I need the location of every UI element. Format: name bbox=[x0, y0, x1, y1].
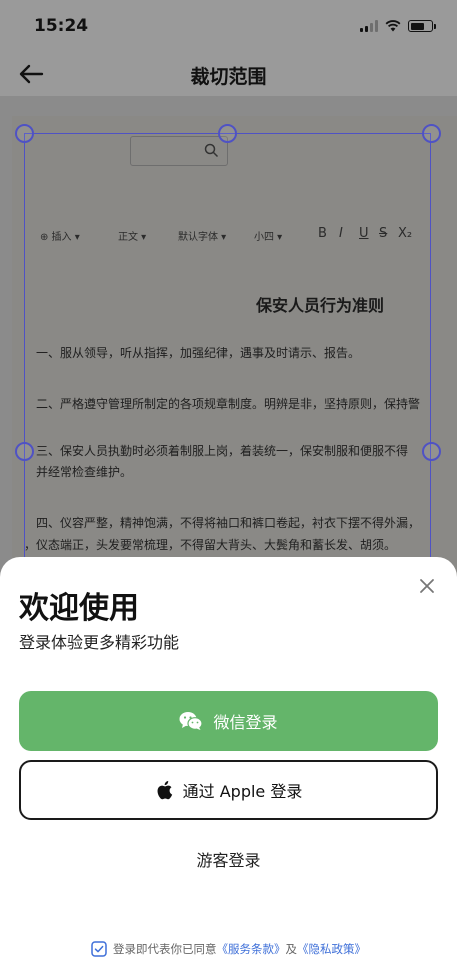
privacy-link[interactable]: 《隐私政策》 bbox=[297, 942, 366, 956]
apple-login-button[interactable]: 通过 Apple 登录 bbox=[19, 760, 438, 820]
status-icons bbox=[360, 20, 436, 32]
guest-login-button[interactable]: 游客登录 bbox=[0, 847, 457, 871]
agreement-text: 登录即代表你已同意 bbox=[113, 942, 217, 956]
wechat-icon bbox=[179, 712, 204, 730]
crop-handle-top-right[interactable] bbox=[422, 124, 441, 143]
welcome-title: 欢迎使用 bbox=[19, 591, 139, 626]
crop-handle-middle-right[interactable] bbox=[422, 442, 441, 461]
crop-handle-top-left[interactable] bbox=[15, 124, 34, 143]
page-title: 裁切范围 bbox=[190, 66, 267, 88]
wechat-login-label: 微信登录 bbox=[213, 713, 278, 732]
agreement-row: 登录即代表你已同意《服务条款》及《隐私政策》 bbox=[0, 941, 457, 957]
status-time: 15:24 bbox=[34, 16, 89, 36]
apple-icon bbox=[157, 781, 172, 800]
close-icon[interactable] bbox=[416, 575, 438, 597]
login-sheet: 欢迎使用 登录体验更多精彩功能 微信登录 通过 Apple 登录 游客登录 登录… bbox=[0, 557, 457, 959]
signal-icon bbox=[360, 20, 378, 32]
agreement-and: 及 bbox=[285, 942, 298, 956]
terms-link[interactable]: 《服务条款》 bbox=[217, 942, 286, 956]
nav-bar: 裁切范围 bbox=[0, 52, 457, 96]
crop-frame[interactable] bbox=[24, 133, 431, 583]
crop-handle-top-center[interactable] bbox=[218, 124, 237, 143]
crop-handle-middle-left[interactable] bbox=[15, 442, 34, 461]
wechat-login-button[interactable]: 微信登录 bbox=[19, 691, 438, 751]
welcome-subtitle: 登录体验更多精彩功能 bbox=[19, 633, 180, 652]
wifi-icon bbox=[385, 20, 401, 32]
apple-login-label: 通过 Apple 登录 bbox=[182, 782, 303, 801]
checkbox-checked-icon[interactable] bbox=[91, 941, 107, 957]
battery-icon bbox=[408, 20, 436, 32]
status-bar: 15:24 bbox=[0, 0, 457, 52]
